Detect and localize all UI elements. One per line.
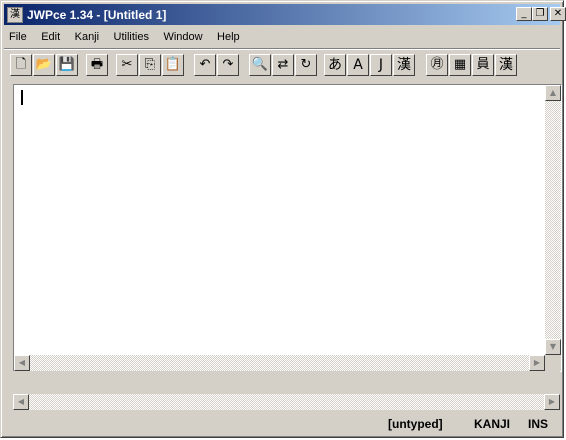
text-caret — [21, 90, 23, 105]
horizontal-scrollbar[interactable]: ◀ ▶ — [14, 355, 545, 371]
copy-icon[interactable]: ⎘ — [139, 54, 161, 76]
save-icon[interactable]: 💾 — [56, 54, 78, 76]
scroll-corner — [545, 355, 561, 371]
status-input-mode: KANJI — [474, 417, 511, 431]
new-file-icon[interactable]: 🗋 — [10, 54, 32, 76]
undo-icon[interactable]: ↶ — [194, 54, 216, 76]
status-bar: [untyped] KANJI INS — [4, 413, 560, 433]
menu-edit[interactable]: Edit — [36, 29, 65, 45]
replace-icon[interactable]: ⇄ — [272, 54, 294, 76]
menu-bar: File Edit Kanji Utilities Window Help — [4, 27, 245, 45]
restore-button[interactable]: ❐ — [532, 7, 548, 21]
open-folder-icon[interactable]: 📂 — [33, 54, 55, 76]
window-title: JWPce 1.34 - [Untitled 1] — [27, 8, 167, 22]
search-icon[interactable]: 🔍 — [249, 54, 271, 76]
scroll-left-button[interactable]: ◀ — [14, 355, 30, 371]
print-icon[interactable]: 🖶 — [86, 54, 108, 76]
index-icon[interactable]: 員 — [472, 54, 494, 76]
status-insert: INS — [528, 417, 549, 431]
ascii-mode-button[interactable]: A — [347, 54, 369, 76]
toolbar: 🗋 📂 💾 🖶 ✂ ⎘ 📋 ↶ ↷ 🔍 ⇄ ↻ あ A J 漢 ㊊ ▦ 員 漢 — [4, 48, 560, 81]
cut-icon[interactable]: ✂ — [116, 54, 138, 76]
app-icon[interactable]: 漢 — [7, 7, 23, 23]
minimize-button[interactable]: _ — [516, 7, 532, 21]
status-mode: [untyped] — [388, 417, 443, 431]
radical-lookup-icon[interactable]: ▦ — [449, 54, 471, 76]
scroll-right-button-2[interactable]: ▶ — [544, 394, 560, 410]
title-bar[interactable]: 漢 JWPce 1.34 - [Untitled 1] _ ❐ ✕ — [4, 4, 566, 25]
scroll-down-button[interactable]: ▼ — [545, 339, 561, 355]
text-editor-area[interactable]: ▲ ▼ ◀ ▶ — [13, 84, 562, 372]
scroll-up-button[interactable]: ▲ — [545, 85, 561, 101]
menu-help[interactable]: Help — [212, 29, 245, 45]
find-next-icon[interactable]: ↻ — [295, 54, 317, 76]
menu-utilities[interactable]: Utilities — [109, 29, 154, 45]
secondary-horizontal-scrollbar[interactable]: ◀ ▶ — [13, 394, 560, 410]
paste-icon[interactable]: 📋 — [162, 54, 184, 76]
vertical-scrollbar[interactable]: ▲ ▼ — [545, 85, 561, 355]
redo-icon[interactable]: ↷ — [217, 54, 239, 76]
hiragana-mode-button[interactable]: あ — [324, 54, 346, 76]
panel-gap — [13, 371, 560, 393]
scroll-right-button[interactable]: ▶ — [529, 355, 545, 371]
jis-mode-button[interactable]: J — [370, 54, 392, 76]
kanji-mode-button[interactable]: 漢 — [393, 54, 415, 76]
kanji-search-icon[interactable]: ㊊ — [426, 54, 448, 76]
close-button[interactable]: ✕ — [550, 7, 566, 21]
menu-kanji[interactable]: Kanji — [70, 29, 104, 45]
app-window: 漢 JWPce 1.34 - [Untitled 1] _ ❐ ✕ File E… — [0, 0, 566, 438]
kanji-info-icon[interactable]: 漢 — [495, 54, 517, 76]
scroll-left-button-2[interactable]: ◀ — [13, 394, 29, 410]
menu-window[interactable]: Window — [158, 29, 207, 45]
menu-file[interactable]: File — [4, 29, 32, 45]
